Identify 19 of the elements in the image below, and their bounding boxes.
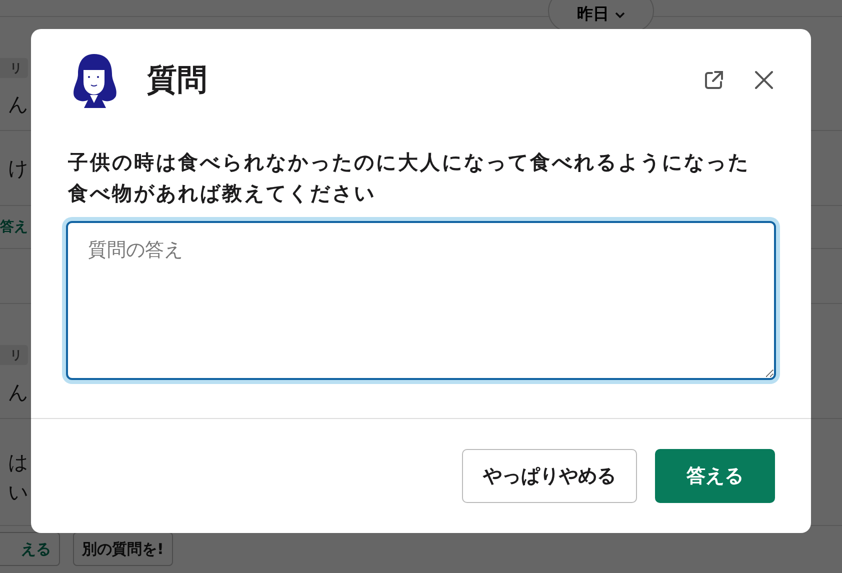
another-question-button[interactable]: 別の質問を! [73, 532, 173, 566]
message-text: は [8, 449, 28, 476]
dialog-title: 質問 [147, 62, 208, 100]
date-filter-button[interactable]: 昨日 [548, 0, 654, 32]
question-text: 子供の時は食べられなかったのに大人になって食べれるようになった食べ物があれば教えてください [68, 149, 751, 207]
message-text: ん [8, 378, 28, 406]
message-text: け [8, 155, 28, 182]
submit-answer-button[interactable]: 答える [655, 449, 775, 503]
message-text: い [8, 479, 28, 506]
app-tag: リ [0, 58, 28, 78]
answer-link[interactable]: 答え [0, 218, 28, 236]
answer-field[interactable]: 質問の答え [66, 221, 776, 380]
chevron-down-icon [615, 10, 625, 20]
close-icon[interactable] [753, 69, 775, 91]
message-text: ん [8, 91, 28, 118]
cancel-button[interactable]: やっぱりやめる [462, 449, 637, 503]
app-tag: リ [0, 345, 28, 365]
answer-button[interactable]: える [0, 532, 60, 566]
external-link-icon[interactable] [703, 69, 725, 91]
